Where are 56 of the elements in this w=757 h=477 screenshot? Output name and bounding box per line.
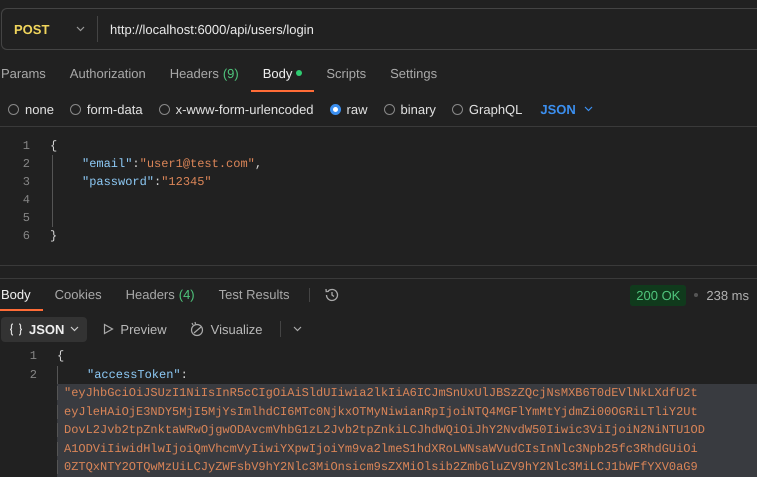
body-type-radio[interactable]: x-www-form-urlencoded	[158, 102, 314, 116]
chevron-down-icon	[76, 26, 85, 32]
body-type-radio[interactable]: GraphQL	[452, 102, 522, 116]
chevron-down-icon	[584, 106, 593, 112]
json-string: DovL2Jvb2tpZnktaWRwOjgwODAvcmVhbG1zL2Jvb2tpZnkiLCJhdWQiOiJhY2NvdW50Iiwic3ViIjoiN2NiNTU1OD	[64, 423, 705, 438]
view-button[interactable]: Visualize	[182, 317, 268, 341]
response-time: 238 ms	[706, 288, 749, 302]
json-punctuation: }	[50, 229, 58, 243]
json-string: 0ZTQxNTY2OTQwMzUiLCJyZWFsbV9hY2Nlc3MiOnsicm9sZXMiOlsib2ZmbGluZV9hY2Nlc3MiLCJ1bWFfYXV0aG9	[64, 460, 698, 474]
body-type-radio[interactable]: raw	[330, 102, 368, 116]
url-field[interactable]: http://localhost:6000/api/users/login	[98, 22, 314, 36]
format-dropdown[interactable]: JSON	[540, 102, 593, 116]
line-number: 3	[22, 175, 30, 189]
request-tab[interactable]: Settings	[378, 56, 450, 92]
json-string: "12345"	[161, 175, 212, 189]
response-tab[interactable]: Cookies	[42, 279, 114, 311]
response-tab[interactable]: Test Results	[206, 279, 302, 311]
body-type-radio[interactable]: none	[8, 102, 54, 116]
request-tab[interactable]: Scripts	[314, 56, 378, 92]
json-string: "eyJhbGciOiJSUzI1NiIsInR5cCIgOiAiSldUIiwia2lkIiA6ICJmSnUxUlJBSzZQcjNsMXB6T0dEVlNkLXdfU2t	[64, 386, 698, 400]
json-punctuation: :	[132, 157, 140, 171]
chevron-down-icon	[70, 326, 80, 332]
json-punctuation: {	[57, 349, 64, 364]
play-icon	[103, 323, 114, 335]
sparkle-circle-icon	[188, 321, 205, 337]
json-punctuation: {	[50, 139, 58, 153]
json-key: "password"	[82, 175, 154, 189]
json-punctuation: :	[180, 368, 188, 382]
request-tab[interactable]: Params	[0, 56, 58, 92]
view-format-dropdown[interactable]: JSON	[1, 316, 88, 342]
response-tab[interactable]: Headers (4)	[114, 279, 207, 311]
line-number: 4	[22, 193, 30, 207]
json-punctuation: ,	[254, 157, 262, 171]
line-number: 2	[28, 368, 37, 382]
chevron-down-icon	[293, 326, 302, 332]
line-number: 1	[22, 139, 30, 153]
body-type-radio[interactable]: binary	[384, 102, 436, 116]
response-tab[interactable]: Body	[0, 279, 43, 311]
line-number: 6	[22, 229, 30, 243]
json-string: A1ODViIiwidHlwIjoiQmVhcmVyIiwiYXpwIjoiYm9va2lmeS1hdXRoLWNsaWVudCIsInNlc3Npb25fc3RhdGUiOi	[64, 442, 698, 456]
json-punctuation: :	[154, 175, 162, 189]
json-string: eyJleHAiOjE3NDY5MjI5MjYsImlhdCI6MTc0NjkxOTMyNiwianRpIjoiNTQ4MGFlYmMtYjdmZi00OGRiLTliY2Ut	[64, 404, 698, 419]
braces-icon	[9, 322, 23, 336]
json-key: "email"	[82, 157, 132, 171]
request-tab[interactable]: Authorization	[58, 56, 158, 92]
method-dropdown[interactable]: POST	[2, 16, 98, 42]
body-type-radio[interactable]: form-data	[70, 102, 143, 116]
request-tab[interactable]: Body	[250, 56, 314, 92]
json-key: "accessToken"	[87, 368, 181, 382]
line-number: 5	[22, 211, 30, 225]
status-badge: 200 OK	[630, 284, 686, 306]
request-tab[interactable]: Headers (9)	[158, 56, 251, 92]
line-number: 2	[22, 157, 30, 171]
json-string: "user1@test.com"	[140, 157, 255, 171]
line-number: 1	[28, 349, 37, 364]
view-button[interactable]: Preview	[97, 318, 173, 340]
